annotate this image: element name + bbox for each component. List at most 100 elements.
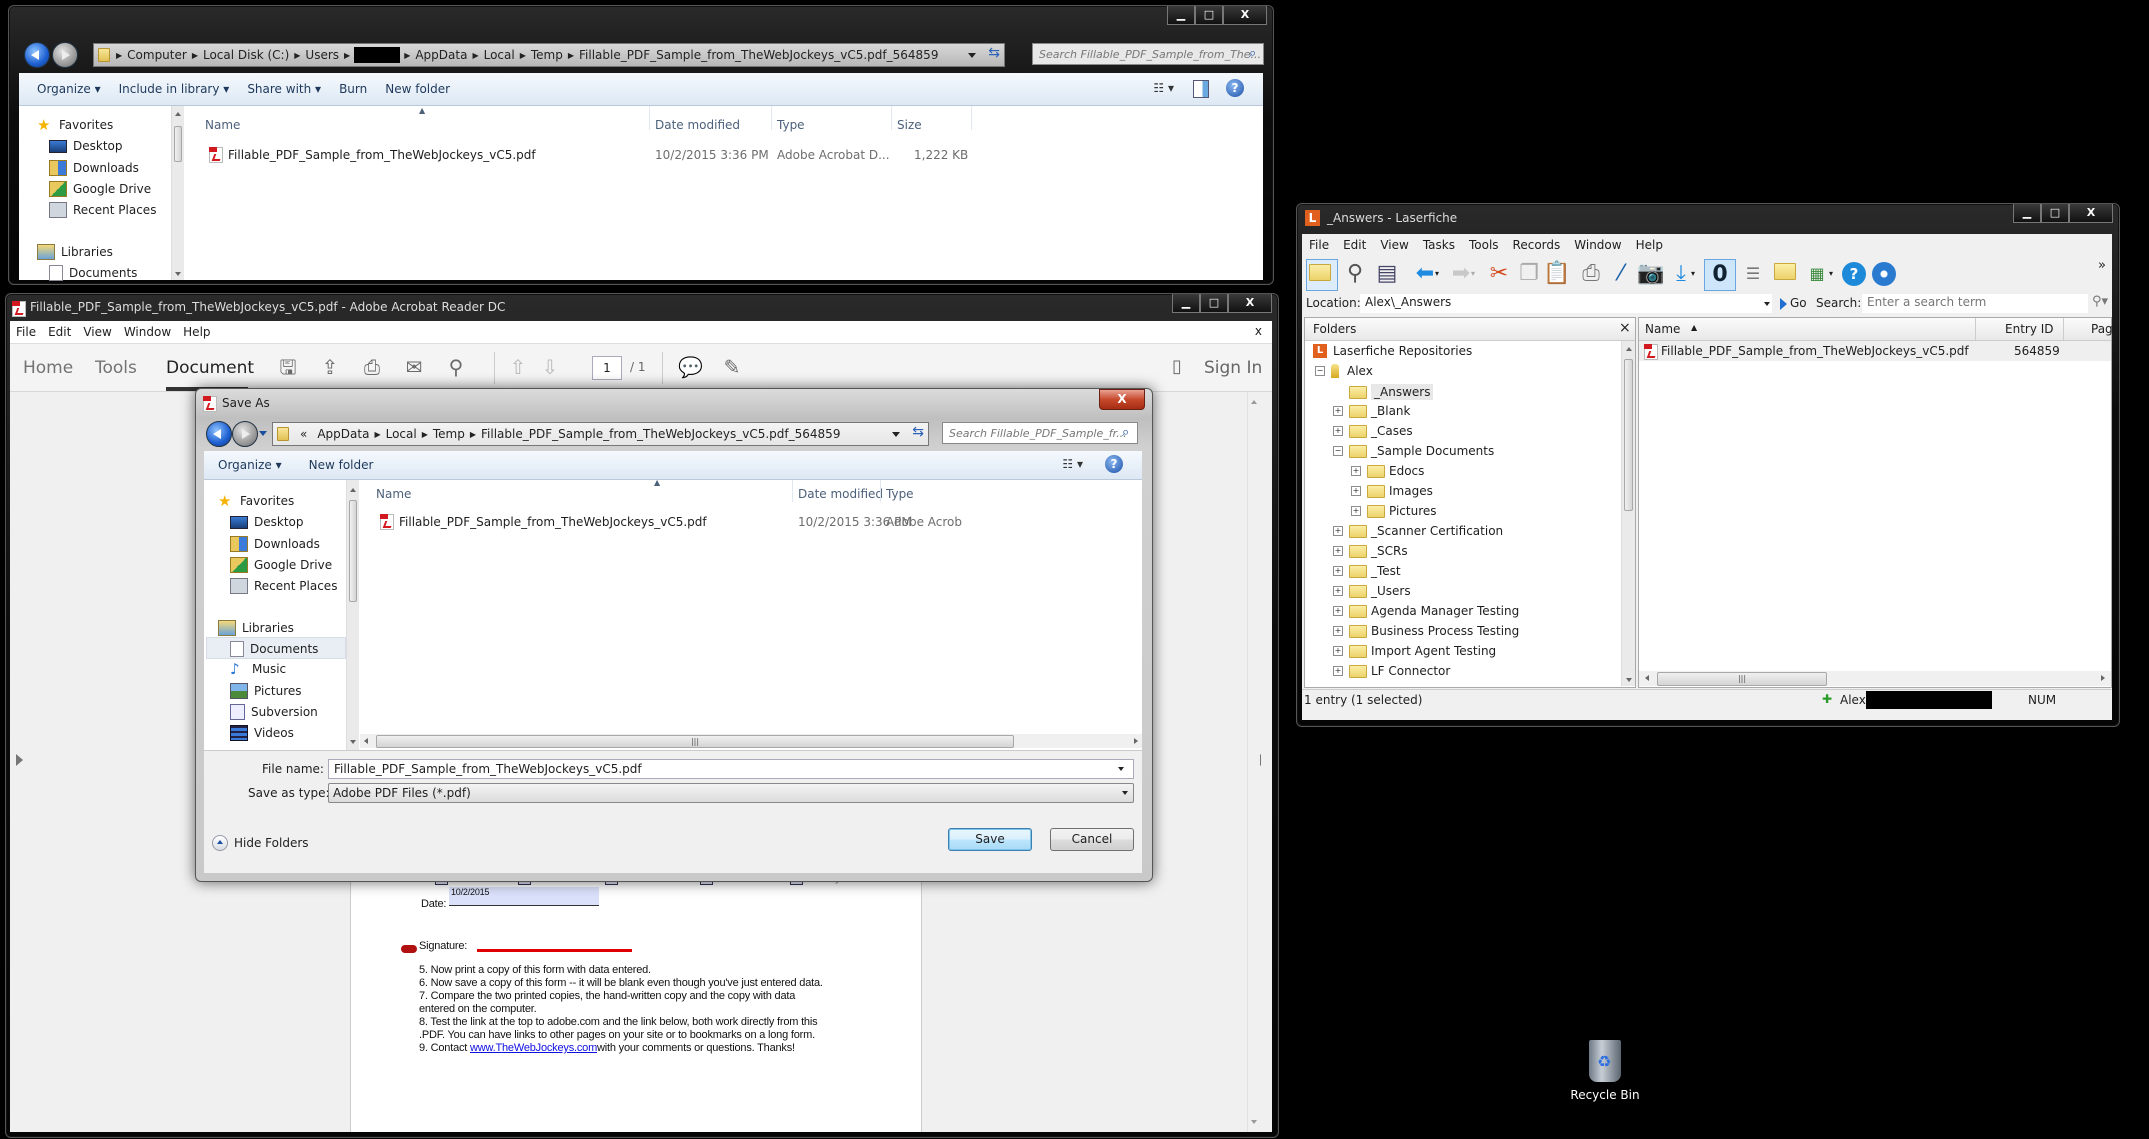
tree-item[interactable]: + LF Connector (1333, 664, 1450, 678)
dialog-nav-scrollbar[interactable] (346, 480, 359, 750)
view-options-icon[interactable]: ☷ ▾ (1062, 457, 1083, 471)
folder-tree-scrollbar[interactable] (1621, 341, 1635, 686)
organize-button[interactable]: Organize ▾ (218, 458, 282, 472)
nav-documents[interactable]: Documents (230, 641, 318, 657)
webjockeys-link[interactable]: www.TheWebJockeys.com (470, 1042, 597, 1054)
preview-pane-icon[interactable] (1193, 80, 1209, 98)
mobile-link-icon[interactable]: ▯ (1165, 356, 1189, 378)
expand-icon[interactable]: + (1333, 586, 1343, 596)
document-scrollbar[interactable] (1247, 392, 1260, 1132)
tree-item[interactable]: _Answers (1333, 384, 1434, 400)
column-header-date-modified[interactable]: Date modified (655, 118, 740, 132)
nav-google-drive[interactable]: Google Drive (49, 181, 151, 197)
nav-videos[interactable]: Videos (230, 725, 294, 741)
back-dropdown-icon[interactable]: ▾ (1432, 259, 1442, 289)
menu-help[interactable]: Help (183, 325, 210, 339)
view-options-icon[interactable]: ☷ ▾ (1153, 81, 1174, 95)
expand-icon[interactable]: + (1333, 646, 1343, 656)
menu-view[interactable]: View (1380, 238, 1408, 252)
column-header-pages[interactable]: Pag (2091, 322, 2113, 336)
sign-in-button[interactable]: Sign In (1204, 358, 1262, 378)
entries-horizontal-scrollbar[interactable]: ||| (1639, 671, 2111, 686)
column-header-name[interactable]: Name (205, 118, 240, 132)
disc-icon[interactable] (1872, 262, 1896, 286)
expand-icon[interactable]: + (1333, 566, 1343, 576)
find-icon[interactable]: ⚲ (444, 356, 468, 378)
tab-home[interactable]: Home (23, 358, 73, 378)
go-button[interactable]: Go (1790, 296, 1807, 310)
breadcrumb-appdata[interactable]: AppData (410, 48, 472, 62)
menu-window[interactable]: Window (1574, 238, 1621, 252)
hide-folders-button[interactable]: Hide Folders (212, 835, 309, 851)
search-icon[interactable]: ⚲ (1340, 259, 1370, 289)
nav-downloads[interactable]: Downloads (49, 160, 139, 176)
expand-icon[interactable]: + (1333, 406, 1343, 416)
column-header-name[interactable]: Name (1645, 322, 1680, 336)
close-button[interactable]: X (2069, 204, 2113, 223)
search-input[interactable]: Enter a search term (1862, 294, 2088, 313)
scroll-up-icon[interactable] (1625, 347, 1632, 351)
tab-document[interactable]: Document (166, 358, 254, 378)
nav-music[interactable]: ♪ Music (230, 662, 286, 677)
expand-icon[interactable]: + (1333, 526, 1343, 536)
menu-help[interactable]: Help (1636, 238, 1663, 252)
breadcrumb-folder[interactable]: Fillable_PDF_Sample_from_TheWebJockeys_v… (476, 427, 845, 441)
layout-dropdown-icon[interactable]: ▾ (1826, 259, 1836, 289)
expand-icon[interactable]: + (1333, 606, 1343, 616)
breadcrumb-computer[interactable]: Computer (122, 48, 192, 62)
nav-favorites[interactable]: ★ Favorites (218, 494, 294, 509)
tree-item[interactable]: + Import Agent Testing (1333, 644, 1496, 658)
sign-pen-icon[interactable]: ✎ (720, 356, 744, 378)
new-folder-icon[interactable] (1772, 259, 1802, 289)
breadcrumb-local[interactable]: Local (381, 427, 422, 441)
include-in-library-button[interactable]: Include in library ▾ (119, 82, 230, 96)
scroll-up-icon[interactable] (1251, 400, 1257, 404)
new-folder-button[interactable]: New folder (309, 458, 374, 472)
recent-locations-dropdown-icon[interactable] (259, 431, 267, 436)
maximize-button[interactable]: □ (1195, 6, 1223, 25)
menu-file[interactable]: File (1309, 238, 1329, 252)
save-button[interactable]: Save (948, 828, 1032, 851)
minimize-button[interactable]: ▁ (2013, 204, 2041, 223)
location-dropdown-icon[interactable] (1764, 302, 1770, 306)
location-input[interactable]: Alex\_Answers (1360, 294, 1772, 313)
email-icon[interactable]: ✉ (402, 356, 426, 378)
breadcrumb-temp[interactable]: Temp (428, 427, 470, 441)
menu-window[interactable]: Window (124, 325, 171, 339)
recycle-bin[interactable]: ♻ Recycle Bin (1560, 1040, 1650, 1110)
scrollbar-thumb[interactable] (349, 500, 357, 602)
menu-file[interactable]: File (16, 325, 36, 339)
close-button[interactable]: X (1223, 6, 1267, 25)
help-icon[interactable]: ? (1226, 79, 1244, 97)
nav-downloads[interactable]: Downloads (230, 536, 320, 552)
breadcrumb-temp[interactable]: Temp (526, 48, 568, 62)
expand-icon[interactable]: + (1351, 466, 1361, 476)
tab-tools[interactable]: Tools (95, 358, 137, 378)
file-list-horizontal-scrollbar[interactable]: ||| (360, 734, 1142, 748)
nav-subversion[interactable]: Subversion (230, 704, 318, 720)
organize-button[interactable]: Organize ▾ (37, 82, 101, 96)
tree-item[interactable]: + _Blank (1333, 404, 1410, 418)
tree-item[interactable]: L Laserfiche Repositories (1313, 344, 1472, 358)
address-bar[interactable]: ▶ Computer ▶ Local Disk (C:) ▶ Users ▶ ▶ App… (93, 43, 1005, 67)
back-button[interactable] (206, 421, 232, 447)
scrollbar-thumb[interactable]: ||| (376, 735, 1014, 748)
nav-pictures[interactable]: Pictures (230, 683, 302, 699)
forward-button[interactable] (232, 421, 258, 447)
expand-icon[interactable]: + (1333, 626, 1343, 636)
scrollbar-thumb[interactable] (174, 126, 182, 162)
tree-item[interactable]: + Images (1351, 484, 1433, 498)
back-button[interactable] (24, 42, 50, 68)
date-field[interactable]: 10/2/2015 (449, 887, 599, 906)
column-header-name[interactable]: Name (376, 487, 411, 501)
scroll-down-icon[interactable] (1625, 678, 1632, 682)
column-header-type[interactable]: Type (777, 118, 805, 132)
collapse-icon[interactable]: − (1333, 446, 1343, 456)
file-row[interactable]: Fillable_PDF_Sample_from_TheWebJockeys_v… (209, 147, 536, 163)
collapse-icon[interactable]: − (1315, 366, 1325, 376)
expand-icon[interactable]: + (1351, 506, 1361, 516)
menu-tools[interactable]: Tools (1469, 238, 1499, 252)
tree-item[interactable]: + Agenda Manager Testing (1333, 604, 1519, 618)
paste-icon[interactable]: 📋 (1542, 259, 1572, 289)
expand-icon[interactable]: + (1333, 426, 1343, 436)
